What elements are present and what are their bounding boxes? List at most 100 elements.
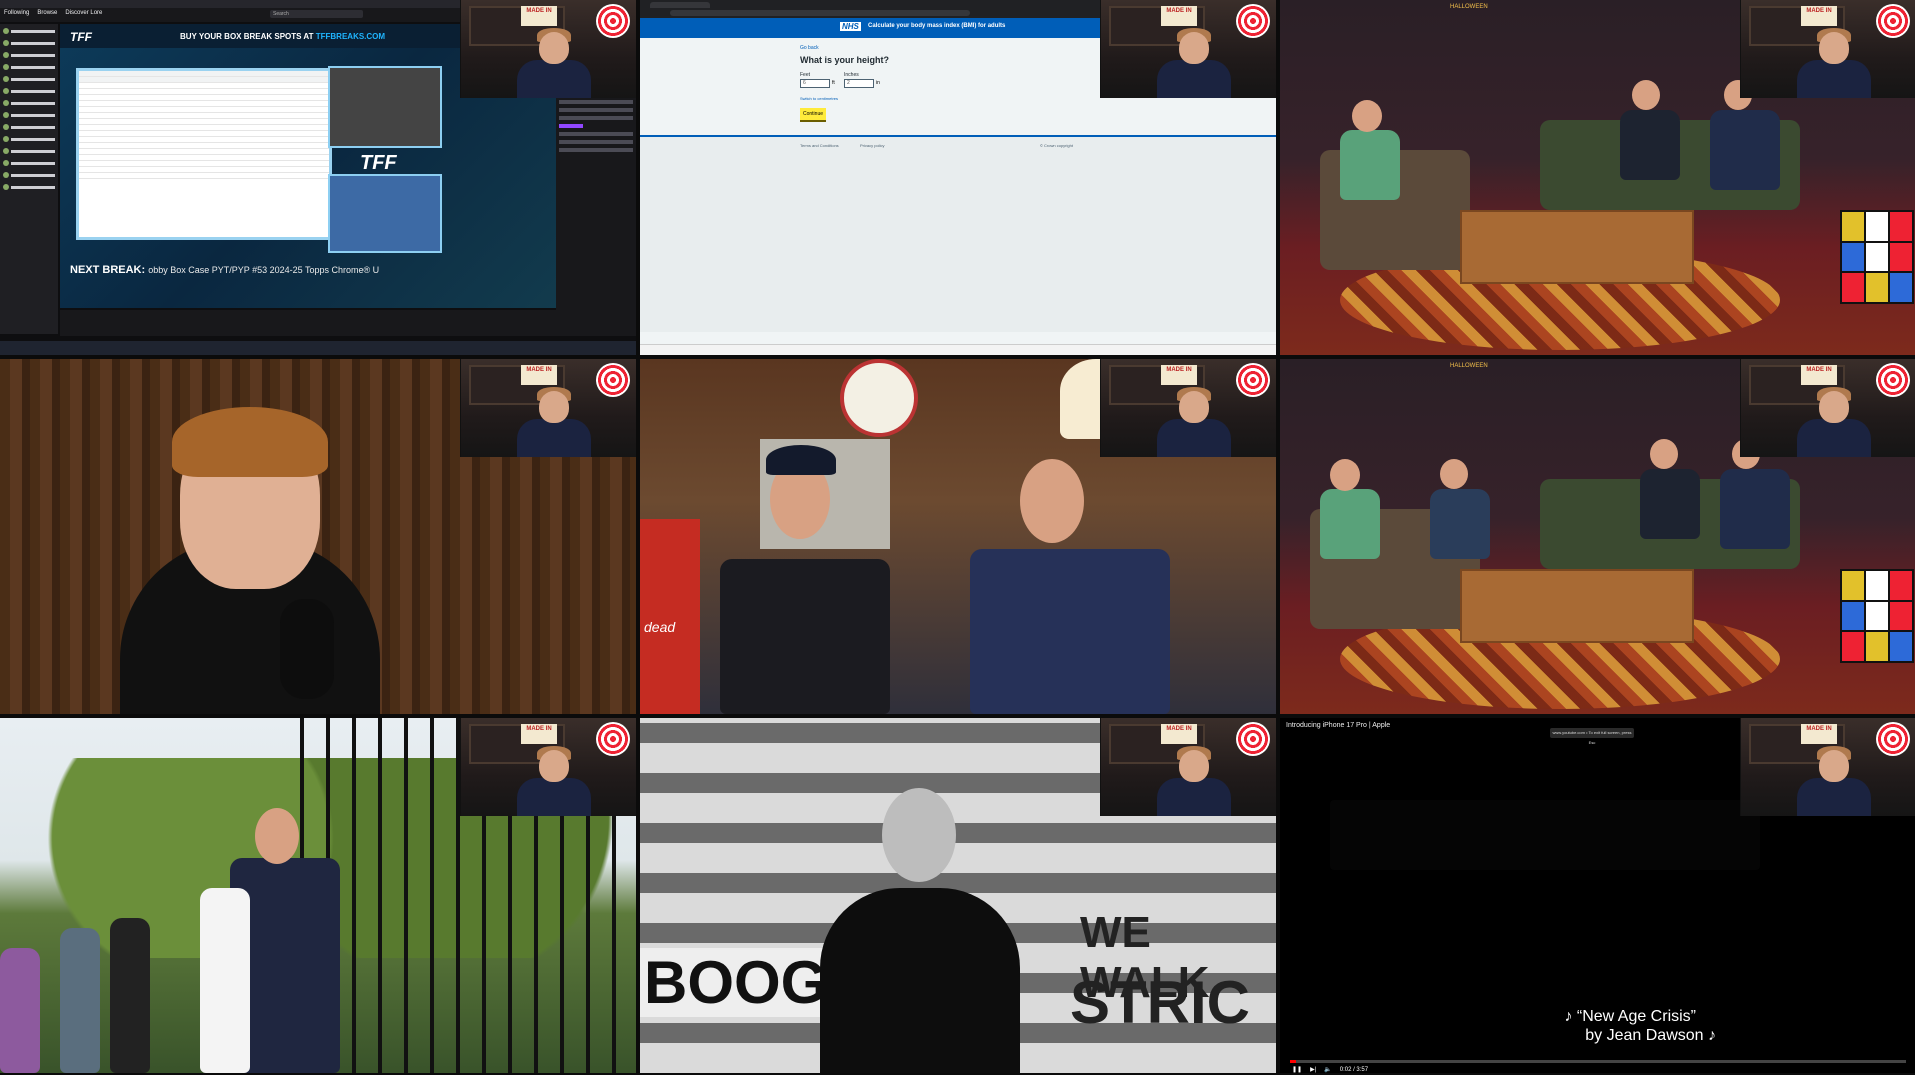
progress-bar[interactable] [1290, 1060, 1906, 1063]
search-input[interactable]: Search [270, 10, 363, 18]
next-text: obby Box Case PYT/PYP #53 2024-25 Topps … [148, 265, 380, 275]
channel-item[interactable] [3, 146, 55, 156]
channel-item[interactable] [3, 134, 55, 144]
url-bar[interactable] [670, 10, 970, 16]
tile-vlogger[interactable]: MADE IN [0, 359, 636, 714]
made-in-sign: MADE IN [1161, 6, 1197, 26]
footer: Terms and Conditions Privacy policy © Cr… [640, 135, 1276, 332]
hair [172, 407, 328, 477]
rubiks-cube [1840, 210, 1914, 304]
channel-item[interactable] [3, 62, 55, 72]
made-in-sign: MADE IN [1801, 724, 1837, 744]
twitch-nav: Following Browse Discover Lore [4, 10, 102, 16]
channel-item[interactable] [3, 50, 55, 60]
halloween-sign: HALLOWEEN [1450, 4, 1488, 10]
video-wall: Following Browse Discover Lore Search TF… [0, 0, 1915, 1075]
webcam-overlay: MADE IN [1740, 0, 1915, 98]
dartboard-icon [1876, 4, 1910, 38]
stream-info [60, 310, 556, 336]
nhs-logo[interactable]: NHS [840, 22, 861, 31]
made-in-sign: MADE IN [521, 365, 557, 385]
question-heading: What is your height? [800, 55, 889, 65]
tile-twitch-stream[interactable]: Following Browse Discover Lore Search TF… [0, 0, 636, 355]
face [255, 808, 299, 864]
nav-following[interactable]: Following [4, 10, 29, 16]
video-frame [1330, 800, 1760, 870]
feet-unit: ft [832, 80, 835, 86]
lyric-line-1: ♪ “New Age Crisis” [1564, 1008, 1696, 1025]
nav-browse[interactable]: Browse [37, 10, 57, 16]
webcam-overlay: MADE IN [1100, 0, 1276, 98]
dartboard-icon [596, 363, 630, 397]
channel-item[interactable] [3, 182, 55, 192]
buy-text: BUY YOUR BOX BREAK SPOTS AT [180, 32, 314, 41]
feet-input[interactable]: 6 [800, 79, 830, 88]
wall-text: dead [644, 619, 676, 635]
webcam-overlay: MADE IN [1740, 359, 1915, 457]
next-break: NEXT BREAK: obby Box Case PYT/PYP #53 20… [70, 264, 379, 276]
channel-item[interactable] [3, 170, 55, 180]
tile-street[interactable]: MADE IN [0, 718, 636, 1073]
cap [766, 445, 836, 475]
tff-logo: TFF [70, 30, 92, 44]
person [0, 948, 40, 1073]
webcam-overlay: MADE IN [1100, 359, 1276, 457]
person [1620, 110, 1680, 180]
nav-discover[interactable]: Discover Lore [65, 10, 102, 16]
switch-units-link[interactable]: Switch to centimetres [800, 96, 838, 101]
person [60, 928, 100, 1073]
page-title: Calculate your body mass index (BMI) for… [868, 23, 1006, 29]
volume-icon[interactable]: 🔈 [1324, 1066, 1331, 1073]
channel-item[interactable] [3, 38, 55, 48]
inches-label: Inches [844, 72, 859, 78]
tile-studio-couch[interactable]: HALLOWEEN MADE IN [1280, 0, 1915, 355]
next-icon[interactable]: ▶| [1310, 1066, 1316, 1073]
copyright: © Crown copyright [1040, 143, 1073, 148]
tile-mural[interactable]: BOOG WE WALK STRIC MADE IN [640, 718, 1276, 1073]
person [1640, 469, 1700, 539]
buy-site: TFFBREAKS.COM [315, 32, 386, 41]
dartboard-icon [596, 4, 630, 38]
pause-icon[interactable]: ❚❚ [1292, 1066, 1302, 1073]
channel-item[interactable] [3, 158, 55, 168]
channel-item[interactable] [3, 86, 55, 96]
made-in-sign: MADE IN [1161, 724, 1197, 744]
face [1440, 459, 1468, 489]
continue-button[interactable]: Continue [800, 108, 826, 122]
webcam-overlay: MADE IN [460, 0, 636, 98]
inches-input[interactable]: 2 [844, 79, 874, 88]
webcam-overlay: MADE IN [1100, 718, 1276, 816]
channel-item[interactable] [3, 74, 55, 84]
progress-fill [1290, 1060, 1297, 1063]
channel-item[interactable] [3, 26, 55, 36]
promo-cam [328, 174, 442, 253]
channel-item[interactable] [3, 122, 55, 132]
channel-item[interactable] [3, 98, 55, 108]
made-in-sign: MADE IN [521, 724, 557, 744]
spreadsheet [76, 68, 332, 240]
footer-link[interactable]: Terms and Conditions [800, 143, 839, 148]
channel-item[interactable] [3, 110, 55, 120]
tile-youtube[interactable]: Introducing iPhone 17 Pro | Apple www.yo… [1280, 718, 1915, 1073]
tile-nhs-bmi[interactable]: NHS Calculate your body mass index (BMI)… [640, 0, 1276, 355]
tile-podcast[interactable]: dead MADE IN [640, 359, 1276, 714]
taskbar [640, 344, 1276, 355]
host-cam [328, 66, 442, 148]
mural-text-3: STRIC [1070, 969, 1250, 1036]
tile-studio-couch-2[interactable]: HALLOWEEN MADE IN [1280, 359, 1915, 714]
buy-banner: BUY YOUR BOX BREAK SPOTS AT TFFBREAKS.CO… [180, 32, 385, 41]
footer-link[interactable]: Privacy policy [860, 143, 884, 148]
face [882, 788, 956, 882]
back-link[interactable]: Go back [800, 45, 819, 51]
person [1430, 489, 1490, 559]
webcam-overlay: MADE IN [1740, 718, 1915, 816]
red-cabinet [640, 519, 700, 714]
made-in-sign: MADE IN [521, 6, 557, 26]
dartboard-icon [596, 722, 630, 756]
person [200, 888, 250, 1073]
made-in-sign: MADE IN [1801, 365, 1837, 385]
dartboard-icon [1876, 363, 1910, 397]
player-controls: ❚❚ ▶| 🔈 0:02 / 3:57 [1292, 1066, 1368, 1074]
person [820, 888, 1020, 1073]
coffee-table [1460, 210, 1694, 284]
